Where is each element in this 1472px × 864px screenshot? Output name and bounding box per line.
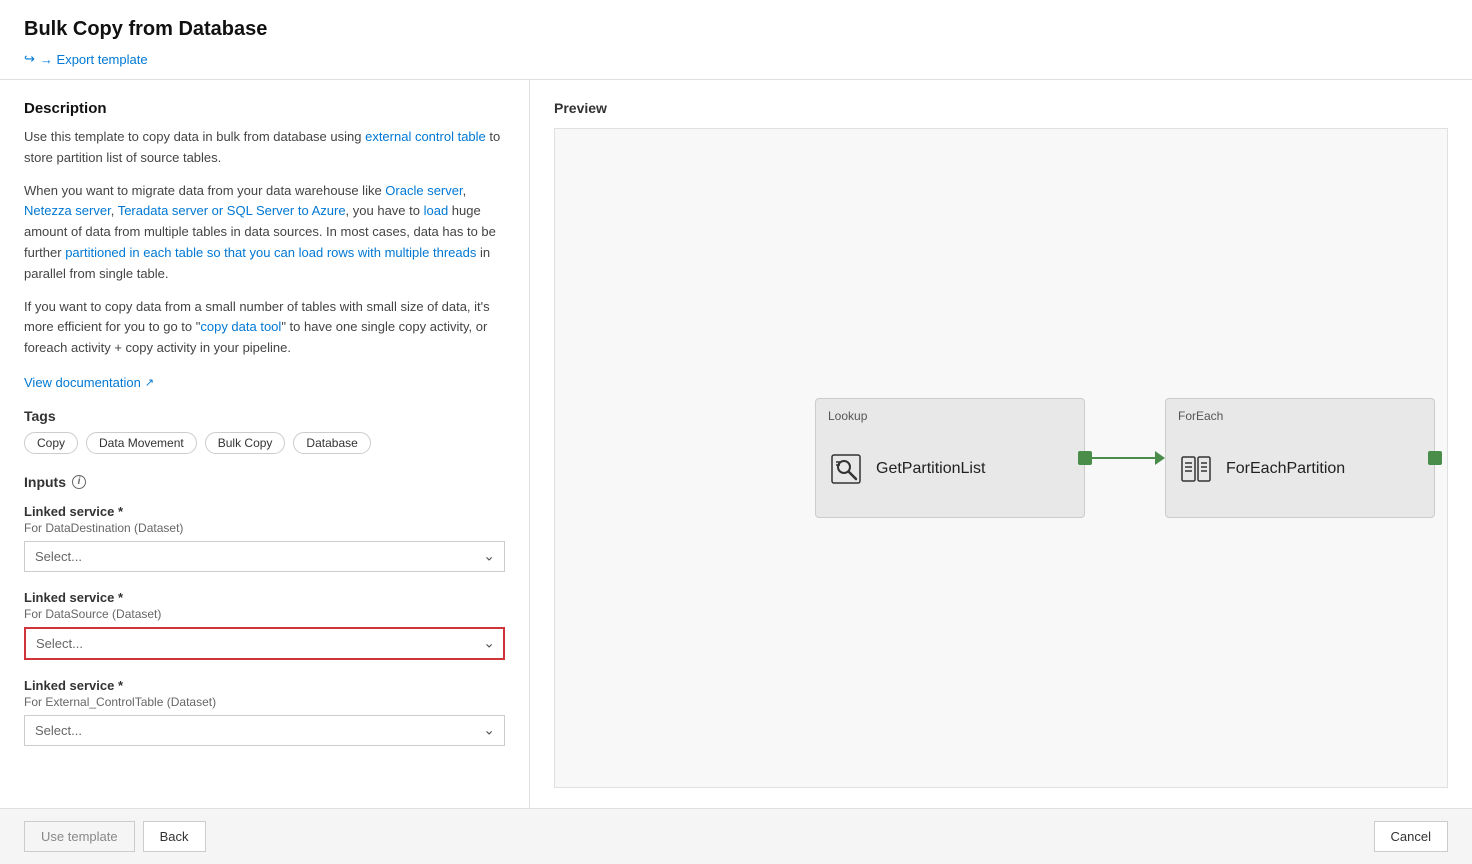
page-header: Bulk Copy from Database ↪ → Export templ… bbox=[0, 0, 1472, 80]
linked-service-sublabel-3: For External_ControlTable (Dataset) bbox=[24, 695, 505, 709]
external-icon: ↗ bbox=[145, 376, 154, 389]
left-panel: Description Use this template to copy da… bbox=[0, 80, 530, 808]
foreach-node-body: ForEachPartition bbox=[1178, 431, 1422, 507]
lookup-node: Lookup GetPartitionList bbox=[815, 398, 1085, 518]
preview-label: Preview bbox=[554, 100, 1448, 116]
preview-canvas: Lookup GetPartitionList bbox=[554, 128, 1448, 788]
lookup-node-name: GetPartitionList bbox=[876, 460, 985, 478]
linked-service-label-2: Linked service * bbox=[24, 590, 505, 605]
right-panel: Preview Lookup bbox=[530, 80, 1472, 808]
description-paragraph2: When you want to migrate data from your … bbox=[24, 181, 505, 285]
foreach-connector-right bbox=[1428, 451, 1442, 465]
tag-database: Database bbox=[293, 432, 370, 454]
view-documentation-link[interactable]: View documentation ↗ bbox=[24, 375, 154, 390]
tags-list: Copy Data Movement Bulk Copy Database bbox=[24, 432, 505, 454]
linked-service-label-3: Linked service * bbox=[24, 678, 505, 693]
linked-service-select-wrapper-2: Select... bbox=[24, 627, 505, 660]
inputs-section: Inputs i Linked service * For DataDestin… bbox=[24, 474, 505, 746]
tags-section: Tags Copy Data Movement Bulk Copy Databa… bbox=[24, 408, 505, 454]
linked-service-label-1: Linked service * bbox=[24, 504, 505, 519]
copy-data-tool-link[interactable]: copy data tool bbox=[200, 319, 281, 334]
arrow-head bbox=[1155, 451, 1165, 465]
export-arrow-icon: ↪ bbox=[24, 51, 35, 67]
foreach-icon bbox=[1178, 451, 1214, 487]
tags-label: Tags bbox=[24, 408, 505, 424]
linked-service-select-1[interactable]: Select... bbox=[24, 541, 505, 572]
linked-service-select-3[interactable]: Select... bbox=[24, 715, 505, 746]
tag-bulk-copy: Bulk Copy bbox=[205, 432, 286, 454]
arrow-line bbox=[1085, 457, 1155, 459]
tag-data-movement: Data Movement bbox=[86, 432, 197, 454]
export-template-link[interactable]: ↪ → Export template bbox=[24, 51, 148, 67]
linked-service-select-2[interactable]: Select... bbox=[24, 627, 505, 660]
partitioned-link[interactable]: partitioned in each table so that you ca… bbox=[65, 245, 476, 260]
inputs-info-icon[interactable]: i bbox=[72, 475, 86, 489]
linked-service-group-1: Linked service * For DataDestination (Da… bbox=[24, 504, 505, 572]
foreach-node: ForEach bbox=[1165, 398, 1435, 518]
lookup-node-header: Lookup bbox=[828, 409, 1072, 423]
arrow-connector bbox=[1085, 451, 1165, 465]
linked-service-group-2: Linked service * For DataSource (Dataset… bbox=[24, 590, 505, 660]
footer: Use template Back Cancel bbox=[0, 808, 1472, 864]
tag-copy: Copy bbox=[24, 432, 78, 454]
lookup-icon bbox=[828, 451, 864, 487]
pipeline-diagram: Lookup GetPartitionList bbox=[815, 398, 1435, 518]
back-button[interactable]: Back bbox=[143, 821, 206, 852]
external-link[interactable]: external control table bbox=[365, 129, 486, 144]
linked-service-sublabel-1: For DataDestination (Dataset) bbox=[24, 521, 505, 535]
footer-left: Use template Back bbox=[24, 821, 206, 852]
inputs-title: Inputs i bbox=[24, 474, 505, 490]
linked-service-sublabel-2: For DataSource (Dataset) bbox=[24, 607, 505, 621]
linked-service-group-3: Linked service * For External_ControlTab… bbox=[24, 678, 505, 746]
use-template-button[interactable]: Use template bbox=[24, 821, 135, 852]
netezza-link[interactable]: Netezza server bbox=[24, 203, 111, 218]
linked-service-select-wrapper-1: Select... bbox=[24, 541, 505, 572]
page-title: Bulk Copy from Database bbox=[24, 18, 1448, 41]
cancel-button[interactable]: Cancel bbox=[1374, 821, 1448, 852]
linked-service-select-wrapper-3: Select... bbox=[24, 715, 505, 746]
oracle-link[interactable]: Oracle server bbox=[385, 183, 462, 198]
teradata-link[interactable]: Teradata server or SQL Server to Azure bbox=[118, 203, 346, 218]
main-content: Description Use this template to copy da… bbox=[0, 80, 1472, 808]
foreach-node-name: ForEachPartition bbox=[1226, 460, 1345, 478]
lookup-node-body: GetPartitionList bbox=[828, 431, 1072, 507]
description-paragraph3: If you want to copy data from a small nu… bbox=[24, 297, 505, 359]
description-title: Description bbox=[24, 100, 505, 117]
load-link[interactable]: load bbox=[424, 203, 449, 218]
foreach-node-header: ForEach bbox=[1178, 409, 1422, 423]
description-paragraph1: Use this template to copy data in bulk f… bbox=[24, 127, 505, 169]
